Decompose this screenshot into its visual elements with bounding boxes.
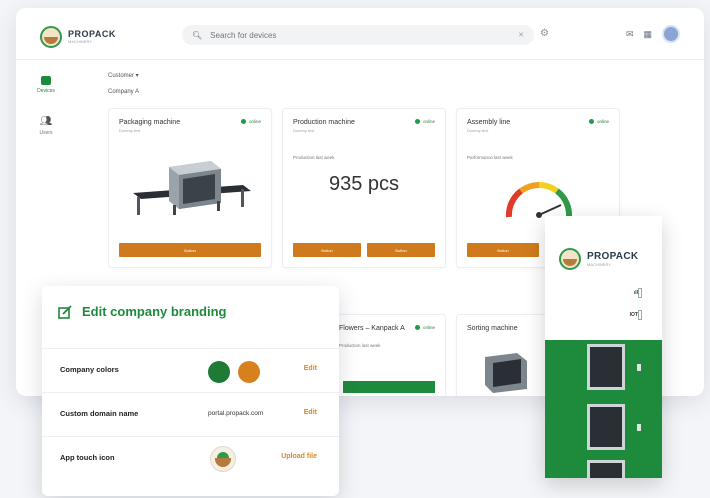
sidebar-item-devices[interactable]: Devices — [26, 76, 66, 94]
app-touch-icon-preview — [210, 446, 236, 472]
logo-subtitle: MACHINERY — [68, 39, 92, 44]
search-bar[interactable]: 🔍︎ ✕ — [182, 25, 534, 45]
metric-label: Production last week — [339, 343, 381, 348]
card-actions: Button — [119, 243, 261, 257]
app-touch-icon-row: App touch icon Upload file — [42, 436, 339, 480]
card-title: Sorting machine — [467, 325, 518, 332]
branding-panel: Edit company branding Company colors Edi… — [42, 286, 339, 496]
users-icon: 👥︎ — [39, 116, 53, 127]
upload-file-link[interactable]: Upload file — [281, 453, 317, 460]
card-subtitle: Dummy text — [293, 128, 315, 133]
status-text: online — [596, 119, 609, 124]
company-colors-row: Company colors Edit — [42, 348, 339, 392]
card-subtitle: Dummy text — [119, 128, 141, 133]
device-switch — [638, 310, 642, 320]
company-filter[interactable]: Company A — [108, 89, 139, 95]
customer-filter[interactable]: Customer ▾ — [108, 72, 139, 79]
status-text: online — [422, 119, 435, 124]
branding-title: Edit company branding — [82, 304, 227, 319]
devices-icon — [41, 76, 51, 85]
grid-icon[interactable]: ▦ — [643, 29, 652, 40]
card-actions: Button Button — [293, 243, 435, 257]
sorting-machine-image — [485, 353, 527, 393]
status-dot-icon — [588, 119, 594, 124]
propack-logo-icon — [40, 26, 62, 48]
status-text: online — [422, 325, 435, 330]
card-subtitle: Dummy text — [467, 128, 489, 133]
card-title: Assembly line — [467, 119, 511, 126]
card-button[interactable]: Button — [367, 243, 435, 257]
device-card[interactable]: Packaging machine Dummy text online Butt… — [108, 108, 272, 268]
status-badge: online — [588, 119, 609, 124]
card-button[interactable]: Button — [467, 243, 539, 257]
avatar[interactable] — [662, 25, 680, 43]
iot-gateway-device: PROPACK MACHINERY ıll IOT — [545, 216, 662, 478]
packaging-machine-image — [133, 161, 251, 215]
domain-value: portal.propack.com — [208, 410, 264, 417]
card-title: Packaging machine — [119, 119, 181, 126]
mail-icon[interactable]: ✉ — [626, 29, 634, 40]
status-dot-icon — [240, 119, 246, 124]
propack-logo-icon — [559, 248, 581, 270]
metric-label: Performance last week — [467, 155, 513, 160]
status-badge: online — [414, 119, 435, 124]
device-brand-name: PROPACK — [587, 250, 639, 262]
card-button[interactable]: Button — [119, 243, 261, 257]
port-led — [637, 424, 641, 431]
custom-domain-row: Custom domain name portal.propack.com Ed… — [42, 392, 339, 436]
filters: Customer ▾ Company A — [108, 72, 139, 95]
port-led — [637, 364, 641, 371]
ethernet-port — [587, 344, 625, 390]
card-title: Flowers – Kanpack A — [339, 325, 405, 332]
brand-color-orange[interactable] — [238, 361, 260, 383]
sidebar-item-label: Users — [39, 130, 53, 136]
sidebar-item-label: Devices — [37, 88, 55, 94]
production-value: 935 pcs — [328, 173, 400, 195]
status-badge: online — [240, 119, 261, 124]
device-brand-sub: MACHINERY — [587, 261, 611, 267]
branding-header: Edit company branding — [58, 304, 226, 319]
status-dot-icon — [414, 325, 420, 330]
brand-color-green[interactable] — [208, 361, 230, 383]
status-dot-icon — [414, 119, 420, 124]
device-card[interactable]: Production machine Dummy text online Pro… — [282, 108, 446, 268]
device-logo: PROPACK MACHINERY — [559, 248, 638, 270]
search-icon: 🔍︎ — [192, 30, 203, 40]
edit-colors-link[interactable]: Edit — [304, 365, 317, 372]
top-bar: PROPACK MACHINERY 🔍︎ ✕ ⚙ ✉ ▦ — [16, 8, 704, 60]
metric-label: Production last week — [293, 155, 335, 160]
edit-icon — [58, 304, 72, 319]
sidebar-item-users[interactable]: 👥︎ Users — [26, 116, 66, 136]
edit-domain-link[interactable]: Edit — [304, 409, 317, 416]
ethernet-port — [587, 404, 625, 450]
status-badge: online — [414, 325, 435, 330]
topbar-actions: ✉ ▦ — [626, 25, 680, 43]
clear-search-icon[interactable]: ✕ — [518, 31, 524, 39]
row-label: Custom domain name — [60, 409, 139, 418]
production-bar — [343, 381, 435, 393]
row-label: App touch icon — [60, 453, 115, 462]
card-title: Production machine — [293, 119, 355, 126]
app-logo[interactable]: PROPACK MACHINERY — [40, 26, 116, 48]
settings-gear-icon[interactable]: ⚙ — [540, 28, 549, 39]
ethernet-port — [587, 460, 625, 478]
search-input[interactable] — [210, 30, 519, 40]
status-text: online — [248, 119, 261, 124]
logo-name: PROPACK — [68, 29, 116, 39]
iot-indicator: IOT — [629, 312, 638, 318]
card-button[interactable]: Button — [293, 243, 361, 257]
row-label: Company colors — [60, 365, 119, 374]
device-switch — [638, 288, 642, 298]
